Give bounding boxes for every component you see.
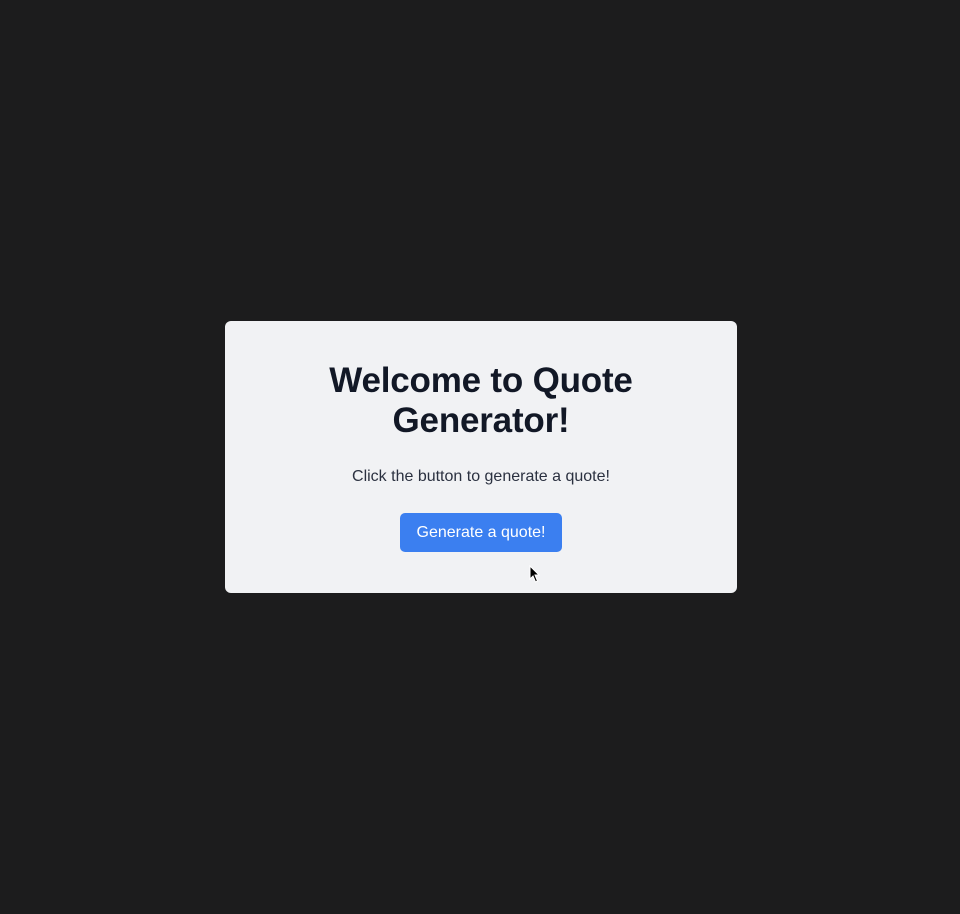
welcome-card: Welcome to Quote Generator! Click the bu… [225,321,737,593]
page-title: Welcome to Quote Generator! [225,361,737,441]
instruction-text: Click the button to generate a quote! [352,468,610,485]
title-text: Welcome to Quote Generator! [329,361,633,440]
mouse-pointer-icon [529,565,541,583]
generate-quote-button[interactable]: Generate a quote! [400,513,562,552]
page-background: Welcome to Quote Generator! Click the bu… [0,0,960,914]
